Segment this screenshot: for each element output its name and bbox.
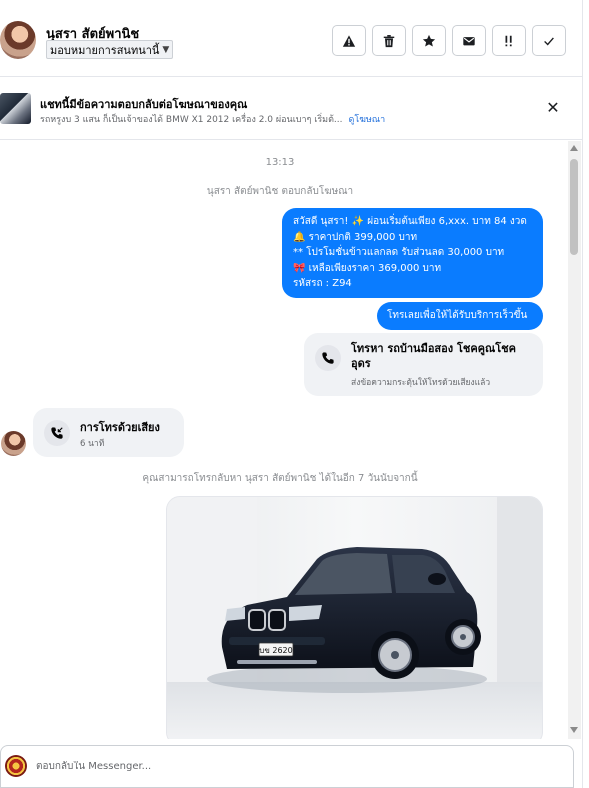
check-icon [544,36,554,46]
chat-scrollbar[interactable] [568,141,581,739]
star-icon [422,34,436,47]
follow-up-icon [505,35,512,46]
conversation-header: นุสรา สัตย์พานิช มอบหมายการสนทนานี้ ▼ [0,0,583,77]
scroll-down-arrow[interactable] [570,727,578,733]
outgoing-message: สวัสดี นุสรา! ✨ ผ่อนเริ่มต้นเพียง 6,xxx.… [282,208,543,298]
phone-icon [315,345,341,371]
mark-unread-button[interactable] [452,25,486,56]
reply-input[interactable] [36,761,556,772]
license-plate: บข 2620 [259,646,292,655]
assign-conversation-label: มอบหมายการสนทนานี้ [50,43,160,57]
message-line: 🔔 ราคาปกติ 399,000 บาท [293,231,418,243]
ad-reply-banner: แชทนี้มีข้อความตอบกลับต่อโฆษณาของคุณ รถห… [0,78,583,140]
message-line: สวัสดี นุสรา! ✨ ผ่อนเริ่มต้นเพียง 6,xxx.… [293,216,527,227]
ad-description: รถหรูงบ 3 แสน ก็เป็นเจ้าของได้ BMW X1 20… [40,115,343,125]
panel-divider [582,0,583,788]
follow-up-button[interactable] [492,25,526,56]
star-button[interactable] [412,25,446,56]
car-image: บข 2620 [167,497,542,739]
assign-conversation-select[interactable]: มอบหมายการสนทนานี้ ▼ [46,40,174,59]
reply-composer [0,745,574,788]
message-line: ** โปรโมชั่นข้าวแลกลด รับส่วนลด 30,000 บ… [293,247,505,258]
trash-icon [383,34,395,47]
message-thread: 13:13 นุสรา สัตย์พานิช ตอบกลับโฆษณา สวัส… [0,141,568,739]
incoming-call-icon [44,420,70,446]
cta-message: โทรเลยเพื่อให้ได้รับบริการเร็วขึ้น [377,302,543,330]
message-line: รหัสรถ : Z94 [293,278,352,289]
message-timestamp: 13:13 [265,157,295,168]
spam-button[interactable] [332,25,366,56]
delete-button[interactable] [372,25,406,56]
ad-thumbnail [0,93,31,124]
message-line: 🎀 เหลือเพียงราคา 369,000 บาท [293,262,442,274]
call-prompt-subtitle: ส่งข้อความกระตุ้นให้โทรด้วยเสียงแล้ว [351,378,491,388]
page-avatar [5,755,27,777]
call-prompt-card[interactable]: โทรหา รถบ้านมือสอง โชคคูณโชคอุดร ส่งข้อค… [304,333,543,396]
call-prompt-title: โทรหา รถบ้านมือสอง โชคคูณโชคอุดร [351,342,516,370]
voice-call-title: การโทรด้วยเสียง [80,421,160,434]
contact-avatar-small[interactable] [1,431,26,456]
ad-banner-subtitle: รถหรูงบ 3 แสน ก็เป็นเจ้าของได้ BMW X1 20… [40,112,385,126]
warning-icon [342,34,356,47]
car-photo[interactable]: บข 2620 [166,496,543,739]
close-icon[interactable]: ✕ [543,97,563,117]
ad-banner-title: แชทนี้มีข้อความตอบกลับต่อโฆษณาของคุณ [40,98,248,111]
ad-reply-notice: นุสรา สัตย์พานิช ตอบกลับโฆษณา [206,186,354,197]
view-ad-link[interactable]: ดูโฆษณา [349,115,386,125]
callback-notice: คุณสามารถโทรกลับหา นุสรา สัตย์พานิช ได้ใ… [142,473,418,484]
envelope-icon [463,36,475,45]
scroll-thumb[interactable] [570,159,578,255]
voice-call-duration: 6 นาที [80,439,105,449]
conversation-toolbar [332,25,566,56]
chevron-down-icon: ▼ [162,44,170,55]
scroll-up-arrow[interactable] [570,145,578,151]
done-button[interactable] [532,25,566,56]
contact-avatar[interactable] [0,21,36,59]
voice-call-card[interactable]: การโทรด้วยเสียง 6 นาที [33,408,184,457]
